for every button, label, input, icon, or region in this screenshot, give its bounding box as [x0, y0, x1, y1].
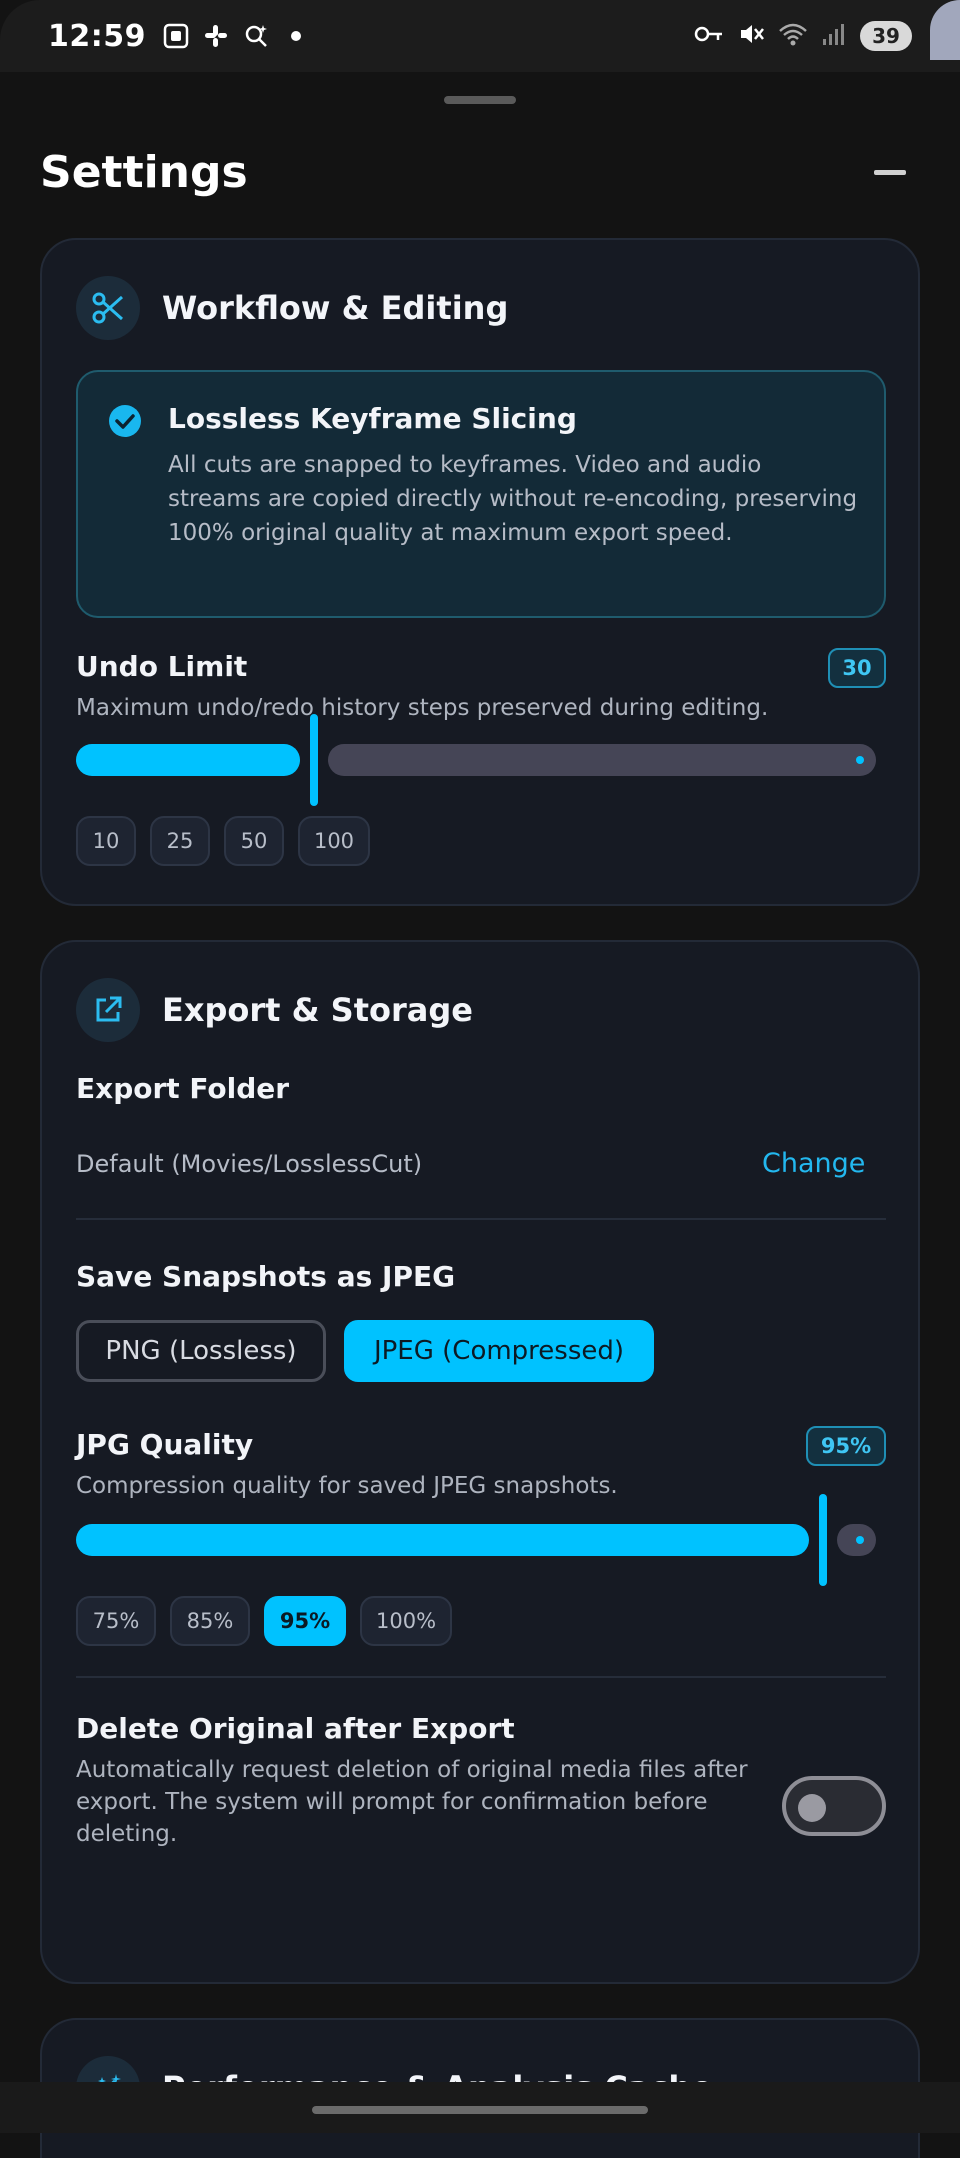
export-title: Export & Storage [162, 991, 473, 1029]
battery-indicator: 39 [860, 21, 912, 51]
minus-icon [874, 169, 906, 175]
undo-slider-thumb[interactable] [310, 714, 318, 806]
undo-limit-label: Undo Limit [76, 650, 248, 683]
settings-sheet: Settings Workflow & Editing Lossless Key… [0, 72, 960, 2158]
export-folder-label: Export Folder [76, 1072, 290, 1105]
undo-preset-25[interactable]: 25 [150, 816, 210, 866]
quality-preset-95[interactable]: 95% [264, 1596, 346, 1646]
status-bar: 12:59 39 [0, 0, 960, 72]
jpg-quality-label: JPG Quality [76, 1428, 254, 1461]
quality-preset-75[interactable]: 75% [76, 1596, 156, 1646]
format-jpeg-button[interactable]: JPEG (Compressed) [344, 1320, 654, 1382]
jpg-quality-badge: 95% [806, 1426, 886, 1466]
jpg-quality-desc: Compression quality for saved JPEG snaps… [76, 1473, 618, 1499]
quality-slider-thumb[interactable] [819, 1494, 827, 1586]
snapshot-format-label: Save Snapshots as JPEG [76, 1260, 456, 1293]
page-title: Settings [40, 146, 248, 198]
quality-preset-100[interactable]: 100% [360, 1596, 452, 1646]
delete-original-label: Delete Original after Export [76, 1712, 515, 1745]
slack-icon [202, 22, 230, 50]
scissors-icon [76, 276, 140, 340]
status-right-icons: 39 [694, 21, 912, 51]
quality-slider-fill [76, 1524, 809, 1556]
toggle-knob [798, 1794, 826, 1822]
lossless-info-box: Lossless Keyframe Slicing All cuts are s… [76, 370, 886, 618]
mute-icon [738, 21, 764, 51]
undo-limit-desc: Maximum undo/redo history steps preserve… [76, 695, 769, 721]
format-png-button[interactable]: PNG (Lossless) [76, 1320, 326, 1382]
undo-preset-10[interactable]: 10 [76, 816, 136, 866]
divider [76, 1676, 886, 1678]
workflow-section-header: Workflow & Editing [76, 276, 508, 340]
undo-slider-rest [328, 744, 876, 776]
undo-slider-end-dot [856, 756, 864, 764]
delete-original-desc: Automatically request deletion of origin… [76, 1757, 748, 1847]
navigation-bar [0, 2082, 960, 2133]
undo-presets: 10 25 50 100 [76, 816, 576, 870]
quality-slider-end-dot [856, 1536, 864, 1544]
change-folder-button[interactable]: Change [762, 1148, 865, 1179]
delete-original-toggle[interactable] [782, 1776, 886, 1836]
key-icon [694, 24, 724, 48]
minimize-button[interactable] [860, 142, 920, 202]
external-link-icon [76, 978, 140, 1042]
undo-slider[interactable] [76, 714, 876, 818]
undo-preset-100[interactable]: 100 [298, 816, 370, 866]
undo-slider-fill [76, 744, 300, 776]
wifi-icon [778, 21, 808, 51]
info-title: Lossless Keyframe Slicing [168, 402, 577, 435]
signal-icon [822, 22, 846, 50]
export-folder-value: Default (Movies/LosslessCut) [76, 1150, 423, 1178]
header: Settings [40, 142, 920, 202]
quality-preset-85[interactable]: 85% [170, 1596, 250, 1646]
screenshot-icon [162, 22, 190, 50]
check-circle-icon [108, 404, 142, 438]
workflow-card: Workflow & Editing Lossless Keyframe Sli… [40, 238, 920, 906]
info-text: All cuts are snapped to keyframes. Video… [168, 452, 858, 546]
workflow-title: Workflow & Editing [162, 289, 509, 327]
home-gesture-pill[interactable] [312, 2106, 648, 2114]
divider [76, 1218, 886, 1220]
status-left-icons [162, 22, 310, 50]
dot-icon [282, 22, 310, 50]
export-section-header: Export & Storage [76, 978, 473, 1042]
search-sparkle-icon [242, 22, 270, 50]
undo-preset-50[interactable]: 50 [224, 816, 284, 866]
export-card: Export & Storage Export Folder Default (… [40, 940, 920, 1984]
status-time: 12:59 [48, 18, 146, 54]
jpg-quality-slider[interactable] [76, 1494, 876, 1598]
undo-limit-badge: 30 [828, 648, 886, 688]
quality-presets: 75% 85% 95% 100% [76, 1596, 576, 1650]
drag-handle[interactable] [444, 96, 516, 104]
